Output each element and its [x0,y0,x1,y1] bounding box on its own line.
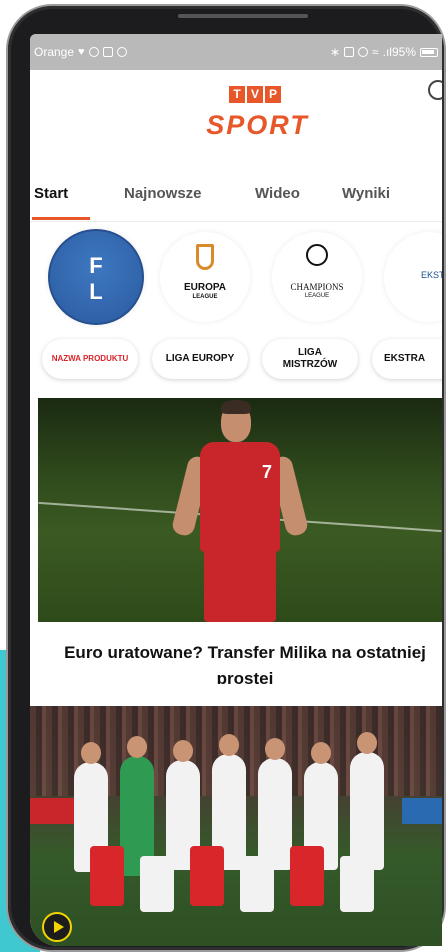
pill-nazwa-produktu[interactable]: NAZWA PRODUKTU [42,339,138,379]
facebook-icon [116,47,127,57]
logo-letter-t: T [229,86,245,103]
team-player-front [340,856,374,912]
team-player-head [81,742,101,764]
tab-najnowsze[interactable]: Najnowsze [124,185,202,202]
team-shorts [190,846,224,906]
gear-icon[interactable] [428,80,442,100]
play-icon[interactable] [42,912,72,942]
europa-league-logo-subtext: LEAGUE [192,294,218,300]
pill-liga-mistrzow[interactable]: LIGA MISTRZÓW [262,339,358,379]
fl-badge-text: F L [89,253,103,304]
phone-speaker [178,14,308,18]
status-bar: Orange ♥ ∗ ≈ .ıl95% [30,34,442,70]
battery-icon [420,47,438,57]
heart-icon: ♥ [78,46,85,58]
tab-wyniki[interactable]: Wyniki [342,185,390,202]
player-shorts [204,548,276,622]
article-image-team[interactable] [30,706,442,946]
pill-liga-europy[interactable]: LIGA EUROPY [152,339,248,379]
pill-ekstraklasa[interactable]: EKSTRA [372,339,442,379]
carrier-label: Orange [34,45,75,59]
team-player-head [311,742,331,764]
dnd-icon [358,47,369,57]
tab-wideo[interactable]: Wideo [255,185,300,202]
active-tab-indicator [32,217,90,220]
europa-league-logo-text: EUROPA [183,282,227,293]
ekstraklasa-logo-text: EKSTRA [420,270,442,280]
instagram-icon [88,47,99,57]
bluetooth-icon: ∗ [329,45,341,59]
team-shorts [290,846,324,906]
champions-league-ball-icon [306,244,328,266]
category-circle-europa-league[interactable]: EUROPA LEAGUE [160,232,250,322]
team-player-head [265,738,285,760]
article-headline[interactable]: Euro uratowane? Transfer Milika na ostat… [60,640,430,684]
team-player-front [140,856,174,912]
europa-league-trophy-icon [196,244,214,270]
app-header: T V P SPORT [30,70,442,182]
team-player-front [240,856,274,912]
sport-wordmark: SPORT [206,110,309,140]
logo-letter-p: P [265,86,281,103]
team-player-head [173,740,193,762]
tab-bar: Start Najnowsze Wideo Wyniki [30,169,442,221]
tab-start[interactable]: Start [34,185,68,202]
tabs-divider [30,221,442,222]
vibrate-icon [344,47,355,57]
shirt-number: 7 [262,462,273,482]
team-player-head [219,734,239,756]
team-player [258,758,292,870]
category-circle-champions-league[interactable]: CHAMPIONS LEAGUE [272,232,362,322]
champions-league-logo-text: CHAMPIONS [290,282,344,292]
phone-frame: Orange ♥ ∗ ≈ .ıl95% T V P SPORT Start Na… [8,6,444,950]
advertising-board [402,798,442,824]
article-image-player[interactable]: 7 [38,398,442,622]
team-player [350,752,384,870]
team-player-head [127,736,147,758]
category-circle-fl[interactable]: F L [48,229,144,325]
wifi-icon: ≈ [372,45,379,59]
battery-percent: .ıl95% [382,45,416,59]
team-shorts [90,846,124,906]
gallery-icon [102,47,113,57]
player-shirt [200,442,280,552]
logo-letter-v: V [247,86,263,103]
champions-league-logo-subtext: LEAGUE [304,293,330,299]
tvp-logo[interactable]: T V P [229,86,281,103]
player-hair [221,400,251,414]
status-bar-right: ∗ ≈ .ıl95% [330,45,438,59]
team-player-head [357,732,377,754]
status-bar-left: Orange ♥ [34,45,127,59]
category-circle-ekstraklasa[interactable]: EKSTRA [384,232,442,322]
app-screen: Orange ♥ ∗ ≈ .ıl95% T V P SPORT Start Na… [30,34,442,946]
